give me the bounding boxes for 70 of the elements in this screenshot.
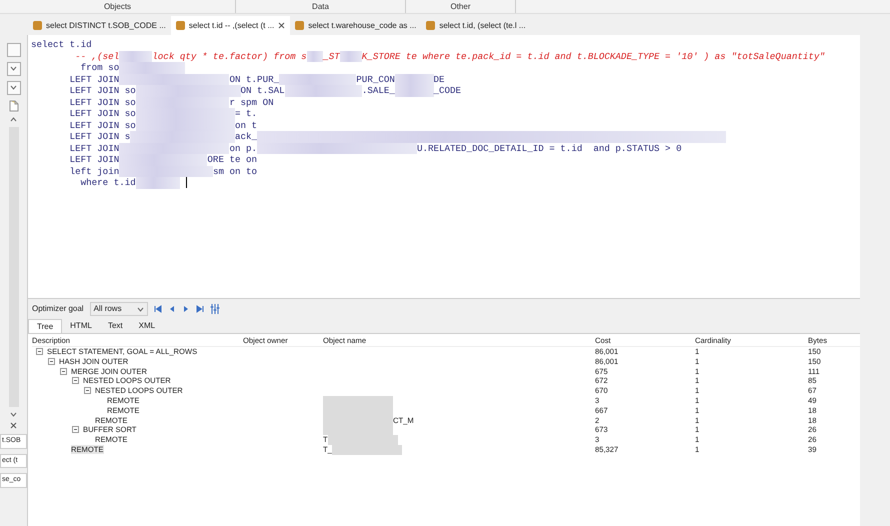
database-icon — [295, 21, 304, 30]
code-comment: _ST — [323, 50, 340, 62]
blurred-area — [323, 396, 393, 406]
code-text: sm on to — [212, 166, 258, 177]
last-icon[interactable] — [196, 305, 204, 313]
blurred-area — [332, 444, 402, 455]
code-text: .SALE_ — [362, 85, 395, 96]
collapse-icon[interactable] — [36, 348, 43, 355]
code-comment: lock qty * te.factor) from s — [152, 50, 307, 62]
chevron-down-icon[interactable] — [10, 66, 17, 71]
code-text: PUR_CON — [356, 74, 395, 85]
code-text: U.RELATED_DOC_DETAIL_ID = t.id and p.STATUS > 0 — [416, 142, 682, 154]
chevron-down-icon[interactable] — [10, 84, 17, 90]
goal-dropdown[interactable]: All rows — [90, 302, 148, 316]
collapse-icon[interactable] — [60, 368, 67, 375]
editor-tab[interactable]: select t.id -- ,(select (t ... — [170, 16, 290, 35]
blurred-area — [394, 74, 434, 85]
section-header[interactable]: Data — [236, 0, 406, 13]
collapse-icon[interactable] — [48, 358, 55, 365]
database-icon — [426, 21, 436, 30]
chevron-down-icon[interactable] — [136, 306, 144, 312]
collapse-icon[interactable] — [84, 387, 91, 394]
code-text: r spm ON — [229, 96, 274, 108]
columns-icon[interactable] — [210, 304, 220, 314]
code-text: _CODE — [434, 85, 462, 96]
code-text: select t.id — [31, 39, 92, 50]
next-icon[interactable] — [182, 305, 190, 313]
code-text: from so — [80, 62, 120, 74]
code-text: on p. — [229, 142, 258, 154]
code-text: LEFT JOIN — [70, 142, 120, 154]
first-icon[interactable] — [154, 305, 162, 313]
code-text: LEFT JOIN so — [70, 96, 136, 108]
blurred-area — [306, 50, 324, 62]
section-header[interactable]: Objects — [0, 0, 236, 13]
code-text: on t — [235, 120, 258, 131]
code-text: LEFT JOIN so — [70, 85, 136, 96]
code-text: LEFT JOIN so — [70, 120, 136, 131]
section-header[interactable]: Other — [406, 0, 516, 13]
code-comment: -- ,(sel — [75, 50, 120, 62]
code-text: LEFT JOIN — [70, 74, 120, 85]
plan-tab[interactable]: Tree — [28, 319, 62, 333]
collapse-icon[interactable] — [72, 377, 79, 384]
scroll-up-icon[interactable] — [10, 117, 17, 122]
code-comment: K_STORE te where te.pack_id = t.id and t.BLOCKADE_TYPE = '10' ) as "totSaleQuantity" — [362, 50, 825, 62]
code-text: LEFT JOIN so — [70, 108, 136, 120]
code-text: ON t.SAL — [240, 85, 285, 96]
code-text: left join — [70, 166, 120, 177]
code-text: LEFT JOIN s — [70, 131, 130, 142]
previous-icon[interactable] — [168, 305, 176, 313]
scroll-down-icon[interactable] — [10, 412, 17, 417]
code-text: ack_ — [235, 131, 258, 142]
collapse-icon[interactable] — [72, 426, 79, 434]
toggle-button[interactable] — [6, 43, 20, 57]
code-text: DE — [434, 74, 445, 85]
code-text: ON t.PUR_ — [229, 74, 280, 85]
database-icon — [33, 21, 42, 30]
optimizer-goal-label: Optimizer goal — [32, 303, 84, 315]
dropdown-button[interactable] — [6, 81, 20, 95]
text-cursor — [186, 177, 187, 188]
database-icon — [176, 21, 185, 30]
document-icon[interactable] — [8, 100, 18, 112]
close-icon[interactable] — [10, 422, 17, 429]
blurred-area — [394, 85, 434, 96]
code-text: where t.id — [80, 177, 136, 188]
code-text: = t. — [235, 108, 258, 120]
code-text: ORE te on — [207, 154, 258, 166]
close-icon[interactable] — [278, 22, 286, 29]
dropdown-button[interactable] — [6, 62, 20, 76]
code-text: LEFT JOIN — [70, 154, 120, 166]
blurred-area — [340, 50, 362, 62]
